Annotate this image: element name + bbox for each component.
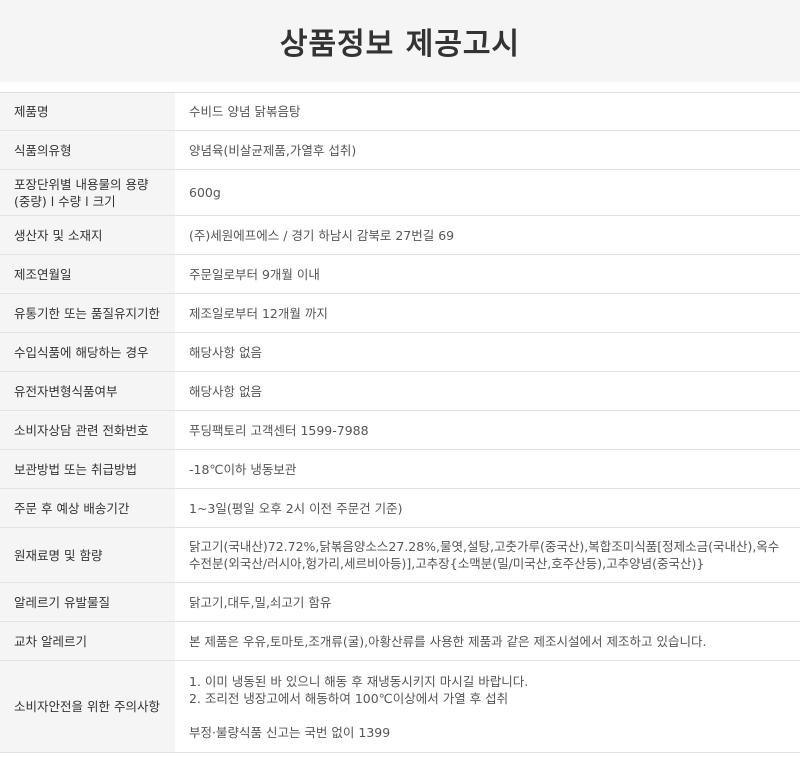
value-line: 양념육(비살균제품,가열후 섭취) bbox=[189, 142, 357, 158]
product-info-table: 제품명 수비드 양념 닭볶음탕식품의유형 양념육(비살균제품,가열후 섭취) 포장단위… bbox=[0, 92, 800, 753]
table-row: 소비자안전을 위한 주의사항 1. 이미 냉동된 바 있으니 해동 후 재냉동시키… bbox=[0, 660, 800, 753]
value-line: 닭고기(국내산)72.72%,닭볶음양소스27.28%,물엿,설탕,고춧가루(중… bbox=[189, 539, 780, 571]
table-row: 원재료명 및 함량 닭고기(국내산)72.72%,닭볶음양소스27.28%,물엿,… bbox=[0, 527, 800, 583]
row-label: 식품의유형 bbox=[0, 130, 175, 170]
row-value: 푸딩팩토리 고객센터 1599-7988 bbox=[175, 410, 800, 450]
table-row: 소비자상담 관련 전화번호 푸딩팩토리 고객센터 1599-7988 bbox=[0, 410, 800, 450]
value-line: 푸딩팩토리 고객센터 1599-7988 bbox=[189, 422, 369, 438]
row-label: 제품명 bbox=[0, 92, 175, 131]
table-row: 포장단위별 내용물의 용량(중량) l 수량 l 크기 600g bbox=[0, 169, 800, 216]
row-label: 알레르기 유발물질 bbox=[0, 582, 175, 622]
table-row: 제조연월일 주문일로부터 9개월 이내 bbox=[0, 254, 800, 294]
table-row: 유전자변형식품여부 해당사항 없음 bbox=[0, 371, 800, 411]
value-line: 해당사항 없음 bbox=[189, 383, 262, 399]
page-title: 상품정보 제공고시 bbox=[279, 27, 521, 62]
row-value: 해당사항 없음 bbox=[175, 332, 800, 372]
table-row: 식품의유형 양념육(비살균제품,가열후 섭취) bbox=[0, 130, 800, 170]
value-line: 주문일로부터 9개월 이내 bbox=[189, 266, 320, 282]
row-label: 원재료명 및 함량 bbox=[0, 527, 175, 583]
value-line: 해당사항 없음 bbox=[189, 344, 262, 360]
row-label: 제조연월일 bbox=[0, 254, 175, 294]
row-value: 양념육(비살균제품,가열후 섭취) bbox=[175, 130, 800, 170]
value-line: 1~3일(평일 오후 2시 이전 주문건 기준) bbox=[189, 500, 403, 516]
value-line bbox=[189, 707, 786, 724]
table-row: 수입식품에 해당하는 경우 해당사항 없음 bbox=[0, 332, 800, 372]
row-label: 포장단위별 내용물의 용량(중량) l 수량 l 크기 bbox=[0, 169, 175, 216]
value-line: 본 제품은 우유,토마토,조개류(굴),아황산류를 사용한 제품과 같은 제조시… bbox=[189, 633, 707, 649]
table-row: 제품명 수비드 양념 닭볶음탕 bbox=[0, 92, 800, 131]
row-label: 교차 알레르기 bbox=[0, 621, 175, 661]
table-row: 알레르기 유발물질 닭고기,대두,밀,쇠고기 함유 bbox=[0, 582, 800, 622]
row-value: (주)세원에프에스 / 경기 하남시 감북로 27번길 69 bbox=[175, 215, 800, 255]
header: 상품정보 제공고시 bbox=[0, 0, 800, 82]
row-value: 제조일로부터 12개월 까지 bbox=[175, 293, 800, 333]
row-value: 수비드 양념 닭볶음탕 bbox=[175, 92, 800, 131]
row-label: 유통기한 또는 품질유지기한 bbox=[0, 293, 175, 333]
row-label: 수입식품에 해당하는 경우 bbox=[0, 332, 175, 372]
row-value: 본 제품은 우유,토마토,조개류(굴),아황산류를 사용한 제품과 같은 제조시… bbox=[175, 621, 800, 661]
value-line: 부정·불량식품 신고는 국번 없이 1399 bbox=[189, 724, 391, 740]
row-value: 닭고기,대두,밀,쇠고기 함유 bbox=[175, 582, 800, 622]
row-value: 1~3일(평일 오후 2시 이전 주문건 기준) bbox=[175, 488, 800, 528]
value-line: 1. 이미 냉동된 바 있으니 해동 후 재냉동시키지 마시길 바랍니다. bbox=[189, 673, 529, 689]
value-line: 2. 조리전 냉장고에서 해동하여 100℃이상에서 가열 후 섭취 bbox=[189, 690, 509, 706]
row-value: 해당사항 없음 bbox=[175, 371, 800, 411]
row-label: 생산자 및 소재지 bbox=[0, 215, 175, 255]
row-label: 소비자상담 관련 전화번호 bbox=[0, 410, 175, 450]
table-row: 생산자 및 소재지 (주)세원에프에스 / 경기 하남시 감북로 27번길 69 bbox=[0, 215, 800, 255]
row-value: 주문일로부터 9개월 이내 bbox=[175, 254, 800, 294]
row-value: 600g bbox=[175, 169, 800, 216]
row-value: 1. 이미 냉동된 바 있으니 해동 후 재냉동시키지 마시길 바랍니다. 2. … bbox=[175, 660, 800, 753]
value-line: 600g bbox=[189, 185, 221, 200]
table-row: 주문 후 예상 배송기간 1~3일(평일 오후 2시 이전 주문건 기준) bbox=[0, 488, 800, 528]
value-line: 닭고기,대두,밀,쇠고기 함유 bbox=[189, 594, 332, 610]
table-row: 교차 알레르기 본 제품은 우유,토마토,조개류(굴),아황산류를 사용한 제품과… bbox=[0, 621, 800, 661]
table-row: 보관방법 또는 취급방법 -18℃이하 냉동보관 bbox=[0, 449, 800, 489]
value-line: (주)세원에프에스 / 경기 하남시 감북로 27번길 69 bbox=[189, 227, 455, 243]
value-line: 제조일로부터 12개월 까지 bbox=[189, 305, 328, 321]
spacer bbox=[0, 82, 800, 92]
row-label: 유전자변형식품여부 bbox=[0, 371, 175, 411]
row-value: 닭고기(국내산)72.72%,닭볶음양소스27.28%,물엿,설탕,고춧가루(중… bbox=[175, 527, 800, 583]
row-label: 보관방법 또는 취급방법 bbox=[0, 449, 175, 489]
row-label: 주문 후 예상 배송기간 bbox=[0, 488, 175, 528]
value-line: -18℃이하 냉동보관 bbox=[189, 461, 297, 477]
row-label: 소비자안전을 위한 주의사항 bbox=[0, 660, 175, 753]
table-row: 유통기한 또는 품질유지기한 제조일로부터 12개월 까지 bbox=[0, 293, 800, 333]
row-value: -18℃이하 냉동보관 bbox=[175, 449, 800, 489]
value-line: 수비드 양념 닭볶음탕 bbox=[189, 104, 301, 119]
